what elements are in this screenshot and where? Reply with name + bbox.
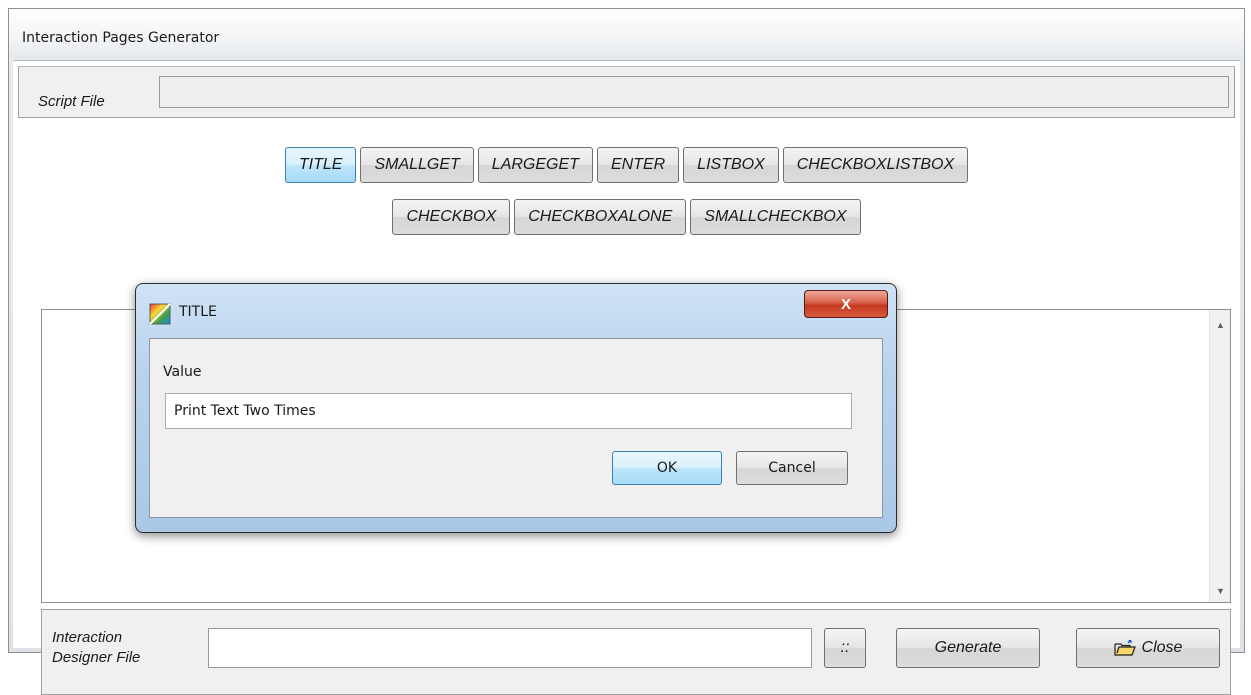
designer-file-label-line-1: Interaction [52, 629, 123, 646]
title-dialog: TITLE X Value OK Cancel [135, 283, 897, 533]
designer-file-input[interactable] [208, 628, 812, 668]
designer-file-label: Interaction Designer File [52, 628, 192, 668]
listbox-button[interactable]: LISTBOX [683, 147, 779, 183]
window-titlebar[interactable]: Interaction Pages Generator [9, 9, 1244, 59]
script-file-input[interactable] [159, 76, 1229, 108]
cancel-button[interactable]: Cancel [736, 451, 848, 485]
largeget-button[interactable]: LARGEGET [477, 147, 593, 183]
close-button[interactable]: Close [1076, 628, 1220, 668]
scroll-up-arrow-icon[interactable]: ▲ [1216, 320, 1225, 330]
vertical-scrollbar[interactable]: ▲ ▼ [1209, 310, 1230, 602]
folder-open-icon [1113, 640, 1136, 656]
dialog-body: Value OK Cancel [149, 338, 883, 518]
window-title: Interaction Pages Generator [22, 30, 220, 46]
dialog-title: TITLE [179, 304, 217, 320]
smallcheckbox-button[interactable]: SMALLCHECKBOX [690, 199, 861, 235]
value-label: Value [163, 364, 202, 380]
ok-button[interactable]: OK [612, 451, 722, 485]
component-buttons-row-1: TITLE SMALLGET LARGEGET ENTER LISTBOX CH… [13, 147, 1240, 183]
enter-button[interactable]: ENTER [596, 147, 680, 183]
smallget-button[interactable]: SMALLGET [360, 147, 474, 183]
checkbox-button[interactable]: CHECKBOX [392, 199, 511, 235]
close-button-label: Close [1141, 639, 1183, 656]
designer-file-label-line-2: Designer File [52, 649, 141, 666]
value-input[interactable] [165, 393, 852, 429]
checkboxlistbox-button[interactable]: CHECKBOXLISTBOX [782, 147, 969, 183]
close-icon: X [840, 295, 851, 313]
designer-file-panel: Interaction Designer File :: Generate Cl… [41, 609, 1231, 695]
script-file-label: Script File [38, 93, 105, 110]
generate-button[interactable]: Generate [896, 628, 1040, 668]
component-buttons-row-2: CHECKBOX CHECKBOXALONE SMALLCHECKBOX [13, 199, 1240, 235]
browse-button[interactable]: :: [824, 628, 866, 668]
title-button[interactable]: TITLE [284, 147, 357, 183]
checkboxalone-button[interactable]: CHECKBOXALONE [514, 199, 687, 235]
script-file-panel: Script File [18, 66, 1235, 118]
app-icon [149, 303, 171, 325]
dialog-close-button[interactable]: X [804, 290, 888, 318]
scroll-down-arrow-icon[interactable]: ▼ [1216, 586, 1225, 596]
